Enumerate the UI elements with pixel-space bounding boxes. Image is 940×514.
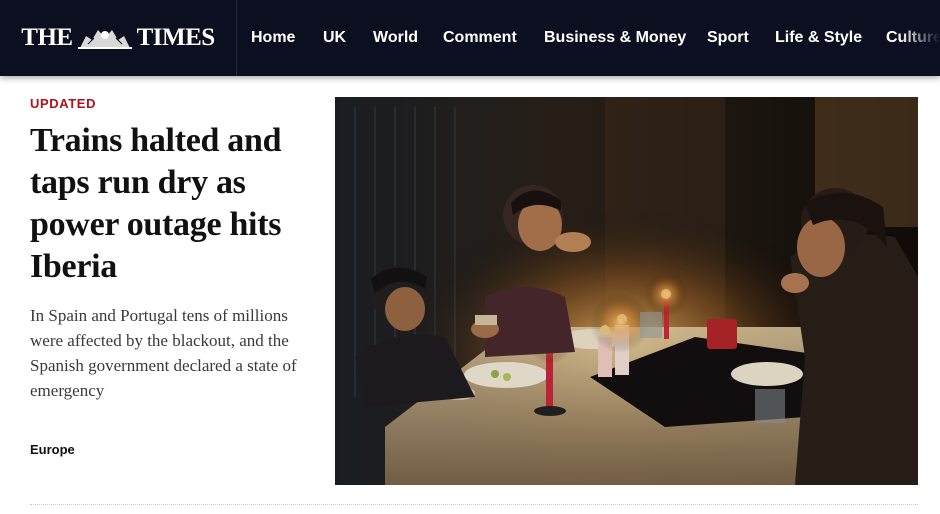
nav-sport[interactable]: Sport [707, 0, 749, 76]
logo-text-times: TIMES [136, 24, 216, 51]
candlelit-dinner-image [335, 97, 918, 485]
article-standfirst: In Spain and Portugal tens of millions w… [30, 306, 297, 400]
royal-crest-icon [77, 30, 132, 49]
section-link-europe[interactable]: Europe [30, 442, 75, 457]
nav-comment[interactable]: Comment [443, 0, 517, 76]
nav-overflow-fade [900, 0, 940, 76]
nav-world[interactable]: World [373, 0, 418, 76]
the-times-logo[interactable]: THE TIMES [0, 0, 237, 76]
nav-home[interactable]: Home [251, 0, 295, 76]
nav-life-style[interactable]: Life & Style [775, 0, 862, 76]
nav-business-money[interactable]: Business & Money [544, 0, 686, 76]
updated-tag: UPDATED [30, 96, 97, 111]
masthead: THE TIMES Home UK World Comment Business… [0, 0, 940, 76]
article-headline[interactable]: Trains halted and taps run dry as power … [30, 120, 322, 288]
nav-uk[interactable]: UK [323, 0, 346, 76]
logo-text-the: THE [21, 24, 73, 51]
section-divider [30, 504, 918, 505]
article-photo[interactable] [335, 97, 918, 485]
main-navigation: Home UK World Comment Business & Money S… [236, 0, 940, 76]
